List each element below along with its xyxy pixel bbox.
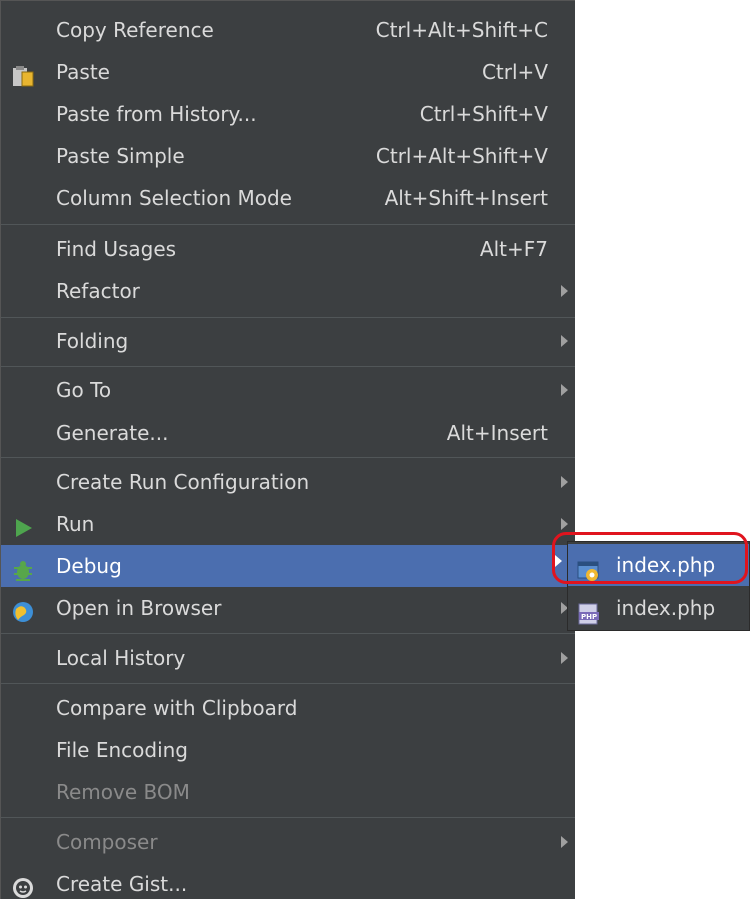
menu-item-label: Debug	[56, 554, 122, 578]
menu-item-label: Paste Simple	[56, 144, 185, 168]
menu-item-paste[interactable]: Paste Ctrl+V	[1, 51, 575, 93]
menu-separator	[1, 633, 575, 634]
submenu-arrow-icon	[561, 518, 568, 530]
debug-config-icon	[577, 554, 601, 581]
menu-item-label: Remove BOM	[56, 780, 190, 804]
submenu-item-label: index.php	[616, 596, 716, 620]
debug-submenu: index.php PHP index.php	[567, 541, 750, 631]
menu-item-label: Refactor	[56, 279, 140, 303]
menu-item-find-usages[interactable]: Find Usages Alt+F7	[1, 228, 575, 270]
run-icon	[11, 512, 35, 537]
menu-item-paste-simple[interactable]: Paste Simple Ctrl+Alt+Shift+V	[1, 135, 575, 177]
submenu-arrow-icon	[561, 335, 568, 347]
menu-item-label: Compare with Clipboard	[56, 696, 298, 720]
menu-item-compare-with-clipboard[interactable]: Compare with Clipboard	[1, 687, 575, 729]
menu-item-open-in-browser[interactable]: Open in Browser	[1, 587, 575, 629]
debug-icon	[11, 554, 35, 581]
submenu-arrow-icon	[561, 285, 568, 297]
menu-item-refactor[interactable]: Refactor	[1, 270, 575, 312]
php-file-icon: PHP	[577, 597, 601, 625]
menu-item-run[interactable]: Run	[1, 503, 575, 545]
submenu-arrow-icon	[555, 555, 562, 567]
menu-item-remove-bom: Remove BOM	[1, 771, 575, 813]
menu-separator	[1, 457, 575, 458]
menu-item-go-to[interactable]: Go To	[1, 369, 575, 411]
submenu-arrow-icon	[561, 652, 568, 664]
menu-item-label: Paste from History...	[56, 102, 257, 126]
menu-item-shortcut: Alt+Shift+Insert	[384, 186, 548, 210]
menu-item-local-history[interactable]: Local History	[1, 637, 575, 679]
menu-item-label: Run	[56, 512, 95, 536]
submenu-item-index-php-debug[interactable]: index.php	[568, 544, 749, 586]
menu-item-column-selection-mode[interactable]: Column Selection Mode Alt+Shift+Insert	[1, 177, 575, 219]
menu-item-create-run-configuration[interactable]: Create Run Configuration	[1, 461, 575, 503]
svg-text:PHP: PHP	[581, 613, 597, 621]
menu-item-label: Local History	[56, 646, 186, 670]
menu-item-label: Generate...	[56, 421, 169, 445]
menu-item-label: Composer	[56, 830, 158, 854]
menu-item-shortcut: Ctrl+V	[481, 60, 548, 84]
menu-item-folding[interactable]: Folding	[1, 320, 575, 362]
menu-item-shortcut: Ctrl+Alt+Shift+V	[375, 144, 548, 168]
menu-separator	[1, 224, 575, 225]
menu-item-label: Column Selection Mode	[56, 186, 292, 210]
submenu-arrow-icon	[561, 476, 568, 488]
menu-separator	[1, 317, 575, 318]
menu-item-label: File Encoding	[56, 738, 188, 762]
menu-item-copy-reference[interactable]: Copy Reference Ctrl+Alt+Shift+C	[1, 9, 575, 51]
menu-item-shortcut: Ctrl+Alt+Shift+C	[375, 18, 548, 42]
menu-item-paste-from-history[interactable]: Paste from History... Ctrl+Shift+V	[1, 93, 575, 135]
menu-item-shortcut: Ctrl+Shift+V	[419, 102, 548, 126]
menu-item-label: Paste	[56, 60, 110, 84]
menu-item-label: Open in Browser	[56, 596, 222, 620]
menu-separator	[1, 683, 575, 684]
menu-item-composer: Composer	[1, 821, 575, 863]
menu-item-label: Find Usages	[56, 237, 177, 261]
submenu-arrow-icon	[561, 836, 568, 848]
menu-separator	[1, 366, 575, 367]
menu-item-label: Copy Reference	[56, 18, 214, 42]
submenu-arrow-icon	[561, 384, 568, 396]
menu-separator	[1, 817, 575, 818]
github-icon	[11, 872, 35, 898]
menu-item-label: Folding	[56, 329, 129, 353]
menu-item-file-encoding[interactable]: File Encoding	[1, 729, 575, 771]
context-menu: Copy Reference Ctrl+Alt+Shift+C Paste Ct…	[0, 0, 575, 899]
menu-item-shortcut: Alt+Insert	[446, 421, 548, 445]
browser-icon	[11, 596, 35, 622]
menu-item-label: Go To	[56, 378, 112, 402]
menu-item-shortcut: Alt+F7	[479, 237, 548, 261]
menu-item-debug[interactable]: Debug	[1, 545, 575, 587]
clipboard-icon	[11, 60, 35, 87]
menu-item-generate[interactable]: Generate... Alt+Insert	[1, 412, 575, 454]
submenu-item-index-php-file[interactable]: PHP index.php	[568, 587, 749, 629]
menu-item-label: Create Run Configuration	[56, 470, 310, 494]
submenu-item-label: index.php	[616, 553, 716, 577]
